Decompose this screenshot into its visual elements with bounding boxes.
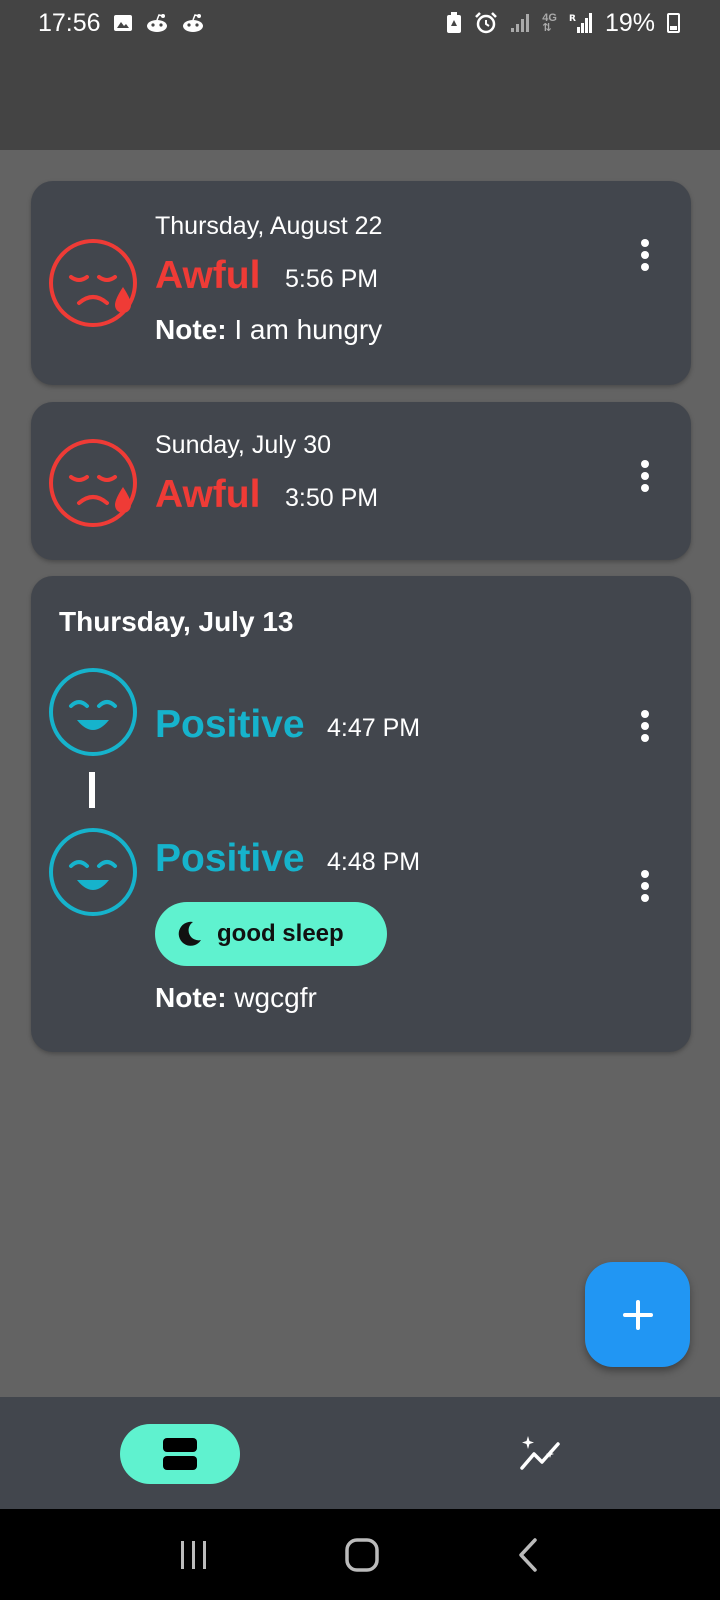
4g-icon: 4G ⇅ xyxy=(542,12,557,34)
mood-day-group-card: Thursday, July 13 Positive 4:47 PM Posit… xyxy=(31,576,691,1052)
nav-insights-tab[interactable] xyxy=(515,1429,565,1479)
entry-time: 3:50 PM xyxy=(285,484,379,512)
image-icon xyxy=(113,13,133,33)
home-icon[interactable] xyxy=(344,1537,380,1573)
back-icon[interactable] xyxy=(513,1537,543,1573)
entry-date: Sunday, July 30 xyxy=(155,431,332,459)
app-top-bar: 17:56 4G ⇅ R 19% xyxy=(0,0,720,150)
add-entry-button[interactable] xyxy=(585,1262,690,1367)
sad-tear-face-icon xyxy=(47,237,139,329)
note-label: Note: xyxy=(155,314,227,345)
entry-note: Note: I am hungry xyxy=(155,314,382,346)
entry-time: 4:47 PM xyxy=(327,714,421,742)
battery-percent: 19% xyxy=(604,8,655,37)
timeline-connector xyxy=(89,772,95,808)
status-bar: 17:56 4G ⇅ R 19% xyxy=(0,0,720,46)
entry-note: Note: wgcgfr xyxy=(155,982,317,1014)
more-options-icon[interactable] xyxy=(630,704,660,748)
signal-icon xyxy=(510,13,530,33)
reddit-icon xyxy=(181,13,205,33)
signal-r-icon: R xyxy=(569,12,593,34)
alarm-icon xyxy=(474,12,498,34)
nav-entries-tab[interactable] xyxy=(120,1424,240,1484)
note-label: Note: xyxy=(155,982,227,1013)
mood-label: Awful xyxy=(155,254,261,297)
mood-label: Positive xyxy=(155,703,305,746)
entry-time: 4:48 PM xyxy=(327,848,421,876)
tag-label: good sleep xyxy=(217,920,344,947)
entry-date: Thursday, August 22 xyxy=(155,212,383,240)
more-options-icon[interactable] xyxy=(630,864,660,908)
mood-entry-card[interactable]: Thursday, August 22 Awful 5:56 PM Note: … xyxy=(31,181,691,385)
activity-tag-chip: good sleep xyxy=(155,902,387,966)
reddit-icon xyxy=(145,13,169,33)
more-options-icon[interactable] xyxy=(630,454,660,498)
entry-time: 5:56 PM xyxy=(285,265,379,293)
note-text: I am hungry xyxy=(234,314,383,345)
mood-label: Awful xyxy=(155,473,261,516)
more-options-icon[interactable] xyxy=(630,233,660,277)
group-date: Thursday, July 13 xyxy=(59,606,294,637)
smiling-face-icon xyxy=(47,666,139,758)
insights-sparkle-chart-icon xyxy=(518,1434,562,1474)
battery-icon xyxy=(667,13,680,33)
svg-text:R: R xyxy=(569,14,576,24)
moon-icon xyxy=(175,920,203,948)
status-time: 17:56 xyxy=(38,8,101,37)
bottom-navigation xyxy=(0,1397,720,1509)
smiling-face-icon xyxy=(47,826,139,918)
mood-entry-card[interactable]: Sunday, July 30 Awful 3:50 PM xyxy=(31,402,691,560)
battery-saver-icon xyxy=(446,12,462,34)
recents-icon[interactable] xyxy=(177,1538,211,1572)
mood-label: Positive xyxy=(155,837,305,880)
note-text: wgcgfr xyxy=(234,982,317,1013)
entries-list-icon xyxy=(162,1437,198,1471)
system-navigation-bar xyxy=(0,1509,720,1600)
plus-icon xyxy=(622,1299,654,1331)
sad-tear-face-icon xyxy=(47,437,139,529)
